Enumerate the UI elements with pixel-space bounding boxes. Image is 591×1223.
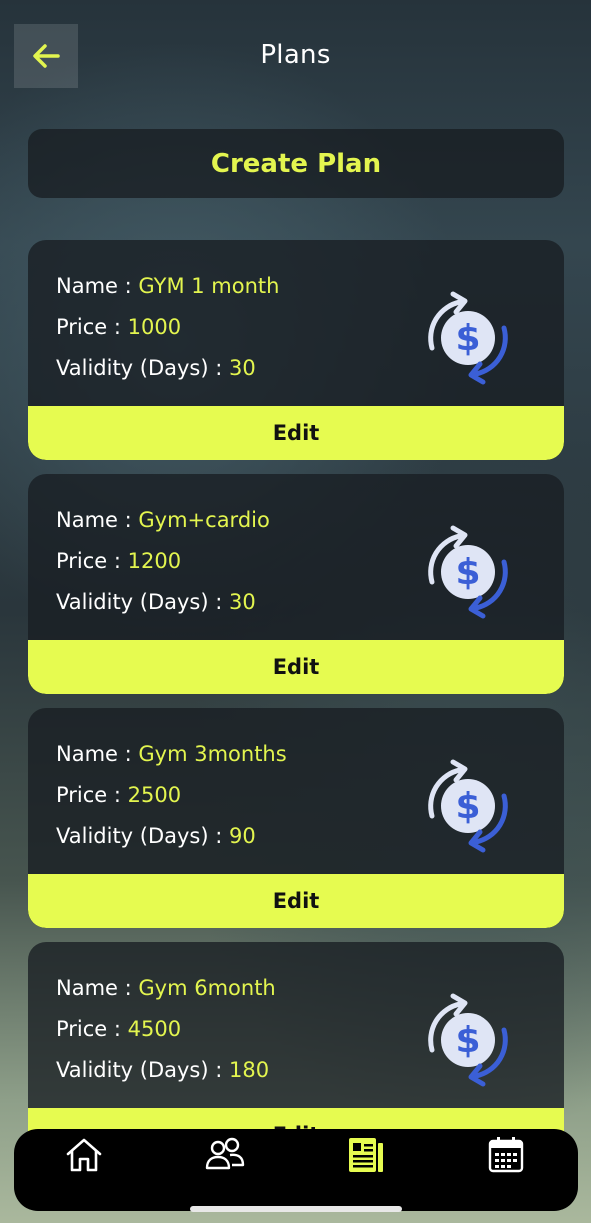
validity-label: Validity (Days) :	[56, 590, 229, 614]
plan-price: 4500	[127, 1017, 182, 1041]
plan-name-row: Name : Gym 6month	[56, 968, 276, 1009]
plan-price-row: Price : 2500	[56, 775, 287, 816]
nav-calendar[interactable]	[484, 1133, 528, 1177]
users-icon	[205, 1137, 245, 1170]
plan-info: Name : GYM 1 month Price : 1000 Validity…	[56, 266, 279, 389]
plan-name-row: Name : Gym 3months	[56, 734, 287, 775]
plans-icon	[349, 1138, 383, 1172]
validity-label: Validity (Days) :	[56, 824, 229, 848]
bottom-nav	[14, 1129, 578, 1211]
price-label: Price :	[56, 1017, 128, 1041]
svg-text:$: $	[455, 318, 480, 359]
plan-validity: 30	[229, 590, 256, 614]
validity-label: Validity (Days) :	[56, 1058, 229, 1082]
name-label: Name :	[56, 742, 139, 766]
plan-validity: 90	[229, 824, 256, 848]
plan-validity-row: Validity (Days) : 180	[56, 1050, 276, 1091]
name-label: Name :	[56, 508, 139, 532]
plan-list: Name : GYM 1 month Price : 1000 Validity…	[28, 240, 564, 1176]
page-title: Plans	[260, 40, 331, 70]
edit-button[interactable]: Edit	[28, 640, 564, 694]
nav-home[interactable]	[62, 1133, 106, 1177]
plan-validity-row: Validity (Days) : 30	[56, 582, 270, 623]
edit-button[interactable]: Edit	[28, 406, 564, 460]
name-label: Name :	[56, 976, 139, 1000]
plan-name-row: Name : GYM 1 month	[56, 266, 279, 307]
plan-card: Name : Gym 3months Price : 2500 Validity…	[28, 708, 564, 928]
plan-name: Gym 6month	[138, 976, 276, 1000]
plan-name-row: Name : Gym+cardio	[56, 500, 270, 541]
plan-info: Name : Gym 6month Price : 4500 Validity …	[56, 968, 276, 1091]
svg-text:$: $	[455, 552, 480, 593]
plan-price-row: Price : 1200	[56, 541, 270, 582]
plan-validity: 30	[229, 356, 256, 380]
calendar-icon	[488, 1137, 524, 1173]
name-label: Name :	[56, 274, 139, 298]
plan-price: 1200	[127, 549, 182, 573]
home-indicator	[190, 1206, 402, 1212]
plan-card: Name : GYM 1 month Price : 1000 Validity…	[28, 240, 564, 460]
validity-label: Validity (Days) :	[56, 356, 229, 380]
price-label: Price :	[56, 315, 128, 339]
plan-name: GYM 1 month	[138, 274, 280, 298]
plan-card: Name : Gym+cardio Price : 1200 Validity …	[28, 474, 564, 694]
plan-validity-row: Validity (Days) : 30	[56, 348, 279, 389]
plan-name: Gym 3months	[138, 742, 287, 766]
plan-info: Name : Gym 3months Price : 2500 Validity…	[56, 734, 287, 857]
create-plan-button[interactable]: Create Plan	[28, 129, 564, 198]
price-label: Price :	[56, 783, 128, 807]
plan-info: Name : Gym+cardio Price : 1200 Validity …	[56, 500, 270, 623]
dollar-refresh-icon: $	[428, 993, 508, 1087]
plan-price: 1000	[127, 315, 182, 339]
plan-name: Gym+cardio	[138, 508, 270, 532]
plan-validity: 180	[229, 1058, 270, 1082]
dollar-refresh-icon: $	[428, 291, 508, 385]
plan-price: 2500	[127, 783, 182, 807]
plan-validity-row: Validity (Days) : 90	[56, 816, 287, 857]
header: Plans	[0, 0, 591, 112]
price-label: Price :	[56, 549, 128, 573]
nav-members[interactable]	[203, 1133, 247, 1177]
svg-text:$: $	[455, 1020, 480, 1061]
dollar-refresh-icon: $	[428, 525, 508, 619]
nav-plans[interactable]	[344, 1133, 388, 1177]
edit-button[interactable]: Edit	[28, 874, 564, 928]
plan-price-row: Price : 4500	[56, 1009, 276, 1050]
dollar-refresh-icon: $	[428, 759, 508, 853]
home-icon	[66, 1138, 102, 1172]
svg-text:$: $	[455, 786, 480, 827]
plan-price-row: Price : 1000	[56, 307, 279, 348]
